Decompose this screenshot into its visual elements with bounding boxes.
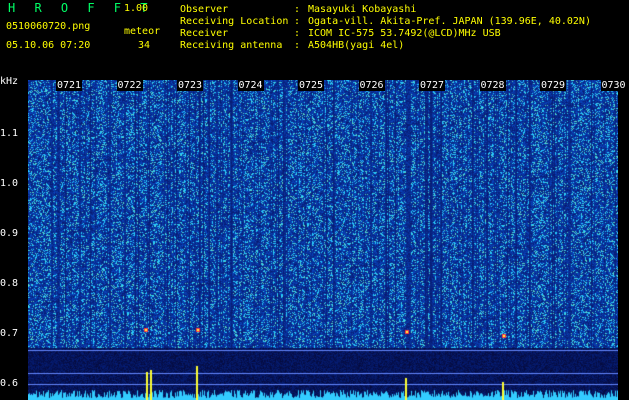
x-tick-label: 0722 [116,80,143,91]
x-tick-label: 0728 [479,80,506,91]
spectrogram-canvas [28,80,618,400]
y-axis-unit: kHz [0,76,19,87]
info-key: Receiver [180,28,229,39]
station-info: Observer: Masayuki Kobayashi Receiving Lo… [180,4,591,52]
y-tick-label: 0.6 [0,378,19,389]
info-key: Receiving Location [180,16,289,27]
x-tick-label: 0721 [56,80,83,91]
y-tick-label: 0.7 [0,328,19,339]
y-tick-label: 0.8 [0,278,19,289]
info-row-receiver: Receiver: ICOM IC-575 53.7492(@LCD)MHz US… [180,28,501,39]
info-value: Ogata-vill. Akita-Pref. JAPAN (139.96E, … [308,16,591,27]
file-name: 0510060720.png [6,21,91,32]
y-tick-label: 1.1 [0,128,19,139]
meteor-count: 34 [138,40,151,51]
hroft-window: H R O F F T 1.00 0510060720.png meteor 0… [0,0,629,400]
x-tick-label: 0729 [540,80,567,91]
x-tick-label: 0723 [177,80,204,91]
info-value: ICOM IC-575 53.7492(@LCD)MHz USB [308,28,501,39]
x-tick-label: 0727 [419,80,446,91]
x-tick-label: 0725 [298,80,325,91]
app-version: 1.00 [124,3,149,14]
spectrogram-panel: kHz 1.1 1.0 0.9 0.8 0.7 0.6 0721 0722 0723 0724 0… [0,76,629,400]
spectrogram [28,80,618,400]
info-value: Masayuki Kobayashi [308,4,417,15]
capture-datetime: 05.10.06 07:20 [6,40,91,51]
info-value: A504HB(yagi 4el) [308,40,405,51]
info-key: Observer [180,4,229,15]
info-row-location: Receiving Location: Ogata-vill. Akita-Pre… [180,16,591,27]
meteor-label: meteor [124,26,161,37]
y-tick-label: 0.9 [0,228,19,239]
info-key: Receiving antenna [180,40,283,51]
x-tick-label: 0726 [358,80,385,91]
info-row-antenna: Receiving antenna: A504HB(yagi 4el) [180,40,405,51]
info-row-observer: Observer: Masayuki Kobayashi [180,4,417,15]
x-tick-label: 0724 [237,80,264,91]
x-tick-label: 0730 [600,80,627,91]
y-tick-label: 1.0 [0,178,19,189]
